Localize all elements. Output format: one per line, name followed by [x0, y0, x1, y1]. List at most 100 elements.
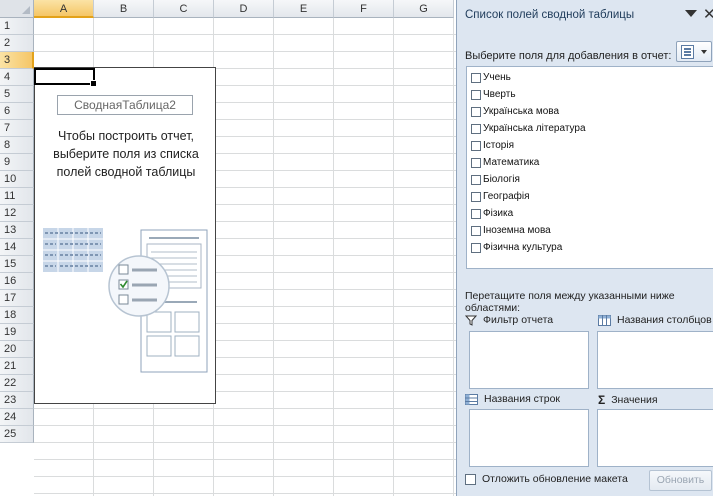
- field-label: Чверть: [483, 89, 516, 100]
- field-item[interactable]: Історія: [467, 137, 713, 154]
- row-labels-dropzone[interactable]: [469, 409, 589, 467]
- dropdown-triangle-icon[interactable]: [685, 10, 697, 17]
- row-header[interactable]: 12: [0, 205, 34, 222]
- row-header[interactable]: 19: [0, 324, 34, 341]
- values-header: Σ Значения: [598, 393, 658, 407]
- field-checkbox[interactable]: [471, 123, 481, 134]
- field-label: Українська мова: [483, 106, 560, 117]
- field-label: Іноземна мова: [483, 225, 551, 236]
- column-header[interactable]: D: [214, 0, 274, 18]
- row-header[interactable]: 5: [0, 86, 34, 103]
- row-header[interactable]: 9: [0, 154, 34, 171]
- pivot-illustration-icon: [43, 228, 208, 373]
- field-item[interactable]: Фізика: [467, 205, 713, 222]
- pivot-table-instructions: Чтобы построить отчет, выберите поля из …: [41, 127, 211, 181]
- field-layout-button[interactable]: [676, 41, 712, 62]
- row-header[interactable]: 11: [0, 188, 34, 205]
- update-button[interactable]: Обновить: [649, 470, 712, 491]
- row-header[interactable]: 2: [0, 35, 34, 52]
- row-header[interactable]: 21: [0, 358, 34, 375]
- filter-funnel-icon: [465, 315, 477, 326]
- field-label: Фізична культура: [483, 242, 563, 253]
- field-item[interactable]: Учень: [467, 69, 713, 86]
- field-checkbox[interactable]: [471, 89, 481, 100]
- report-filter-header: Фильтр отчета: [465, 314, 553, 326]
- field-checkbox[interactable]: [471, 191, 481, 202]
- row-header[interactable]: 14: [0, 239, 34, 256]
- pane-title: Список полей сводной таблицы: [465, 9, 635, 21]
- pivot-field-list-pane: Список полей сводной таблицы ✕ Выберите …: [456, 0, 713, 496]
- column-labels-label: Названия столбцов: [617, 314, 712, 326]
- field-checkbox[interactable]: [471, 140, 481, 151]
- field-checkbox[interactable]: [471, 106, 481, 117]
- close-icon[interactable]: ✕: [703, 5, 713, 23]
- row-header[interactable]: 10: [0, 171, 34, 188]
- row-header[interactable]: 6: [0, 103, 34, 120]
- defer-layout-label: Отложить обновление макета: [482, 473, 628, 485]
- row-header[interactable]: 18: [0, 307, 34, 324]
- row-header[interactable]: 3: [0, 52, 34, 69]
- pivot-instruction-line: Чтобы построить отчет,: [57, 129, 195, 143]
- field-label: Учень: [483, 72, 511, 83]
- select-all-corner[interactable]: [0, 0, 34, 18]
- spreadsheet-area: ABCDEFG 1 2 3 4 5 6 7 8 9 10 11 12 13 14 15 16 17 18 19 20 2…: [0, 0, 456, 496]
- column-header[interactable]: G: [394, 0, 454, 18]
- field-checkbox[interactable]: [471, 225, 481, 236]
- column-labels-dropzone[interactable]: [597, 331, 713, 389]
- row-header[interactable]: 22: [0, 375, 34, 392]
- defer-layout-update[interactable]: Отложить обновление макета: [465, 473, 628, 485]
- row-labels-label: Названия строк: [484, 393, 561, 405]
- report-filter-dropzone[interactable]: [469, 331, 589, 389]
- row-header[interactable]: 16: [0, 273, 34, 290]
- row-header[interactable]: 4: [0, 69, 34, 86]
- field-item[interactable]: Чверть: [467, 86, 713, 103]
- field-checkbox[interactable]: [471, 242, 481, 253]
- row-header[interactable]: 20: [0, 341, 34, 358]
- column-header[interactable]: E: [274, 0, 334, 18]
- field-label: Біологія: [483, 174, 520, 185]
- pivot-table-name: СводнаяТаблица2: [57, 95, 193, 115]
- row-header[interactable]: 7: [0, 120, 34, 137]
- column-header[interactable]: C: [154, 0, 214, 18]
- field-layout-icon: [681, 45, 694, 59]
- report-filter-label: Фильтр отчета: [483, 314, 554, 326]
- field-label: Історія: [483, 140, 515, 151]
- field-list: Учень Чверть Українська мова Українська літ…: [466, 66, 713, 269]
- values-dropzone[interactable]: [597, 409, 713, 467]
- row-header[interactable]: 17: [0, 290, 34, 307]
- row-header[interactable]: 13: [0, 222, 34, 239]
- field-checkbox[interactable]: [471, 174, 481, 185]
- field-item[interactable]: Фізична культура: [467, 239, 713, 256]
- defer-layout-checkbox[interactable]: [465, 473, 476, 485]
- column-header[interactable]: F: [334, 0, 394, 18]
- column-header[interactable]: A: [34, 0, 94, 18]
- pivot-instruction-line: выберите поля из списка: [53, 147, 199, 161]
- values-label: Значения: [611, 394, 658, 406]
- field-item[interactable]: Біологія: [467, 171, 713, 188]
- field-checkbox[interactable]: [471, 157, 481, 168]
- field-label: Фізика: [483, 208, 514, 219]
- field-checkbox[interactable]: [471, 72, 481, 83]
- field-item[interactable]: Українська література: [467, 120, 713, 137]
- drag-fields-label: Перетащите поля между указанными ниже об…: [465, 290, 675, 314]
- field-label: Математика: [483, 157, 540, 168]
- active-cell-a3[interactable]: [34, 68, 97, 87]
- row-header[interactable]: 23: [0, 392, 34, 409]
- row-header[interactable]: 8: [0, 137, 34, 154]
- row-header[interactable]: 25: [0, 426, 34, 443]
- column-header[interactable]: B: [94, 0, 154, 18]
- row-header[interactable]: 1: [0, 18, 34, 35]
- field-item[interactable]: Українська мова: [467, 103, 713, 120]
- pivot-instruction-line: полей сводной таблицы: [56, 165, 196, 179]
- fill-handle[interactable]: [90, 80, 97, 87]
- field-checkbox[interactable]: [471, 208, 481, 219]
- select-all-triangle-icon: [22, 6, 30, 14]
- field-item[interactable]: Математика: [467, 154, 713, 171]
- row-labels-header: Названия строк: [465, 393, 560, 405]
- field-item[interactable]: Географія: [467, 188, 713, 205]
- row-header[interactable]: 24: [0, 409, 34, 426]
- row-header[interactable]: 15: [0, 256, 34, 273]
- field-item[interactable]: Іноземна мова: [467, 222, 713, 239]
- sigma-icon: Σ: [598, 393, 606, 407]
- pivot-table-placeholder[interactable]: СводнаяТаблица2 Чтобы построить отчет, в…: [34, 67, 216, 404]
